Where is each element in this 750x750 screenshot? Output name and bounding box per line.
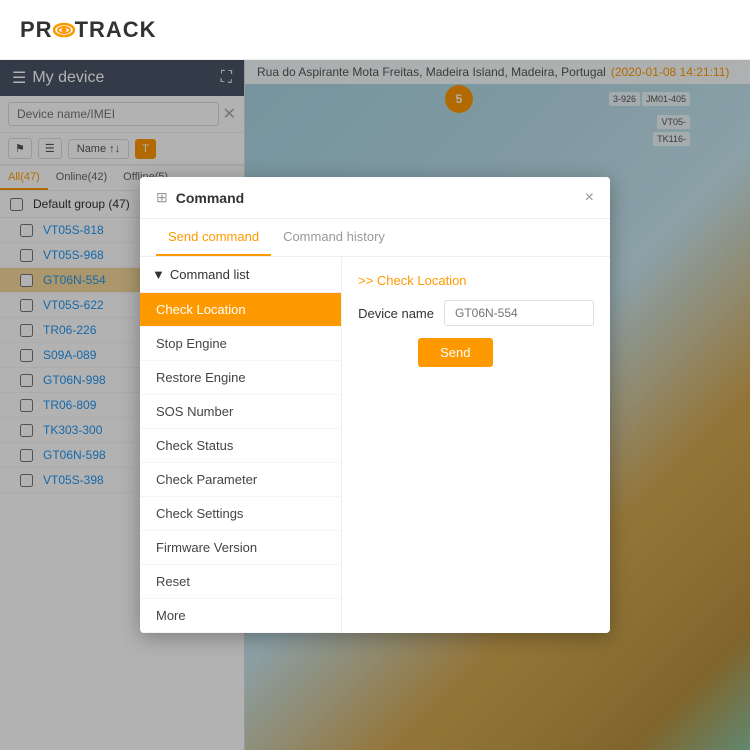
logo-icon (53, 19, 75, 41)
command-list-item[interactable]: Restore Engine (140, 361, 341, 395)
command-list-label: Command list (170, 267, 249, 282)
logo-text-2: TRACK (75, 17, 157, 43)
modal-header-left: ⊞ Command (156, 189, 244, 206)
tab-command-history[interactable]: Command history (271, 219, 397, 256)
command-items-list: Check LocationStop EngineRestore EngineS… (140, 293, 341, 633)
command-list-panel: ▼ Command list Check LocationStop Engine… (140, 257, 342, 633)
command-list-item[interactable]: Stop Engine (140, 327, 341, 361)
modal-body: ▼ Command list Check LocationStop Engine… (140, 257, 610, 633)
device-name-label: Device name (358, 306, 434, 321)
device-name-input[interactable] (444, 300, 594, 326)
command-right-panel: >> Check Location Device name Send (342, 257, 610, 633)
command-list-item[interactable]: Check Settings (140, 497, 341, 531)
command-list-item[interactable]: Check Status (140, 429, 341, 463)
modal-title: Command (176, 190, 244, 206)
send-button[interactable]: Send (418, 338, 492, 367)
command-list-item[interactable]: Check Parameter (140, 463, 341, 497)
command-list-item[interactable]: More (140, 599, 341, 633)
modal-backdrop: ⊞ Command × Send command Command history… (0, 60, 750, 750)
main-layout: ☰ My device ⛶ ✕ ⚑ ☰ Name ↑↓ T All(47) On… (0, 60, 750, 750)
device-name-row: Device name (358, 300, 594, 326)
modal-tabs: Send command Command history (140, 219, 610, 257)
tab-send-command[interactable]: Send command (156, 219, 271, 256)
command-list-header: ▼ Command list (140, 257, 341, 293)
chevron-down-icon: ▼ (152, 267, 165, 282)
command-list-item[interactable]: Reset (140, 565, 341, 599)
command-list-item[interactable]: Firmware Version (140, 531, 341, 565)
logo: PR TRACK (20, 17, 157, 43)
command-list-item[interactable]: Check Location (140, 293, 341, 327)
close-icon[interactable]: × (585, 190, 594, 206)
logo-text: PR (20, 17, 53, 43)
modal-header: ⊞ Command × (140, 177, 610, 219)
app-header: PR TRACK (0, 0, 750, 60)
command-modal: ⊞ Command × Send command Command history… (140, 177, 610, 633)
selected-command-label: >> Check Location (358, 273, 594, 288)
terminal-icon: ⊞ (156, 189, 168, 206)
command-list-item[interactable]: SOS Number (140, 395, 341, 429)
